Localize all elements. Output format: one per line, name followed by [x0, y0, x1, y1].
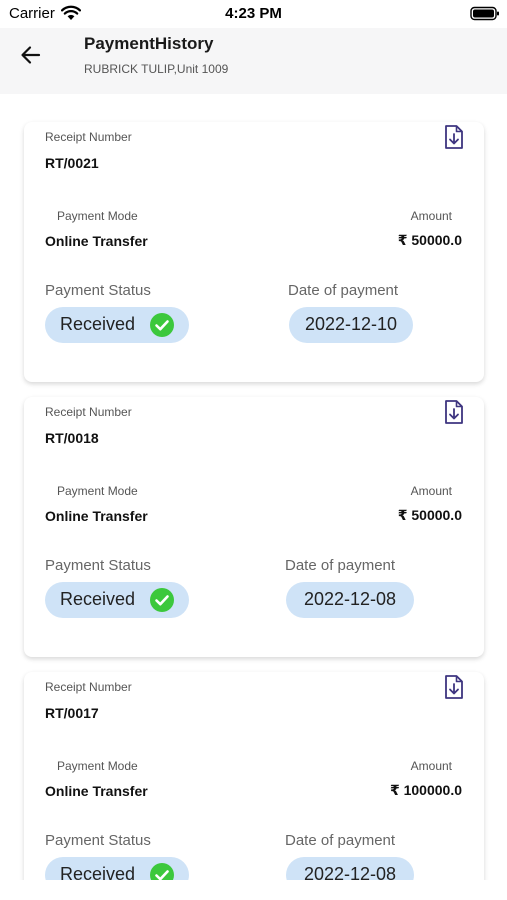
- file-download-icon: [445, 675, 463, 699]
- check-circle-icon: [150, 863, 174, 880]
- receipt-number-value: RT/0018: [45, 430, 99, 446]
- date-of-payment-label: Date of payment: [285, 557, 396, 574]
- file-download-icon: [445, 125, 463, 149]
- status-time: 4:23 PM: [225, 5, 282, 22]
- receipt-number-value: RT/0017: [45, 705, 99, 721]
- date-of-payment-label: Date of payment: [288, 282, 399, 299]
- payment-status-label: Payment Status: [45, 832, 151, 849]
- payment-date-badge: 2022-12-10: [289, 307, 413, 343]
- receipt-number-value: RT/0021: [45, 155, 99, 171]
- payment-mode-value: Online Transfer: [45, 233, 148, 249]
- app-header: PaymentHistory RUBRICK TULIP,Unit 1009: [0, 28, 507, 94]
- file-download-icon: [445, 400, 463, 424]
- payment-card: Receipt Number RT/0018 Payment Mode Onli…: [24, 397, 484, 657]
- status-badge: Received: [45, 307, 189, 343]
- status-text: Received: [60, 314, 136, 334]
- payment-mode-value: Online Transfer: [45, 508, 148, 524]
- payment-status-label: Payment Status: [45, 557, 151, 574]
- payment-date-value: 2022-12-08: [303, 864, 397, 880]
- check-circle-icon: [150, 588, 174, 612]
- payment-mode-label: Payment Mode: [57, 209, 138, 223]
- amount-value: ₹ 50000.0: [397, 507, 462, 523]
- download-receipt-button[interactable]: [442, 674, 466, 700]
- bottom-safe-area: [0, 880, 507, 900]
- battery-icon: [470, 6, 499, 21]
- payment-history-screen: Carrier 4:23 PM PaymentHistory RUBRICK T…: [0, 0, 507, 900]
- payment-mode-label: Payment Mode: [57, 759, 138, 773]
- payment-list[interactable]: Receipt Number RT/0021 Payment Mode Onli…: [0, 94, 507, 880]
- check-circle-icon: [150, 313, 174, 337]
- date-of-payment-label: Date of payment: [285, 832, 396, 849]
- receipt-number-label: Receipt Number: [45, 405, 132, 419]
- arrow-left-icon: [21, 46, 41, 64]
- status-text: Received: [60, 589, 136, 609]
- status-badge: Received: [45, 857, 189, 880]
- amount-value: ₹ 50000.0: [397, 232, 462, 248]
- receipt-number-label: Receipt Number: [45, 130, 132, 144]
- payment-date-value: 2022-12-10: [304, 314, 398, 334]
- payment-mode-label: Payment Mode: [57, 484, 138, 498]
- status-bar: Carrier 4:23 PM: [0, 0, 507, 28]
- page-title: PaymentHistory: [84, 34, 214, 53]
- amount-label: Amount: [410, 484, 452, 498]
- status-badge: Received: [45, 582, 189, 618]
- status-text: Received: [60, 864, 136, 880]
- receipt-number-label: Receipt Number: [45, 680, 132, 694]
- download-receipt-button[interactable]: [442, 399, 466, 425]
- amount-value: ₹ 100000.0: [389, 782, 462, 798]
- payment-date-value: 2022-12-08: [303, 589, 397, 609]
- back-button[interactable]: [14, 40, 48, 70]
- payment-date-badge: 2022-12-08: [286, 857, 414, 880]
- payment-card: Receipt Number RT/0021 Payment Mode Onli…: [24, 122, 484, 382]
- download-receipt-button[interactable]: [442, 124, 466, 150]
- page-subtitle: RUBRICK TULIP,Unit 1009: [84, 62, 229, 76]
- payment-mode-value: Online Transfer: [45, 783, 148, 799]
- amount-label: Amount: [410, 209, 452, 223]
- payment-date-badge: 2022-12-08: [286, 582, 414, 618]
- payment-status-label: Payment Status: [45, 282, 151, 299]
- payment-card: Receipt Number RT/0017 Payment Mode Onli…: [24, 672, 484, 880]
- amount-label: Amount: [410, 759, 452, 773]
